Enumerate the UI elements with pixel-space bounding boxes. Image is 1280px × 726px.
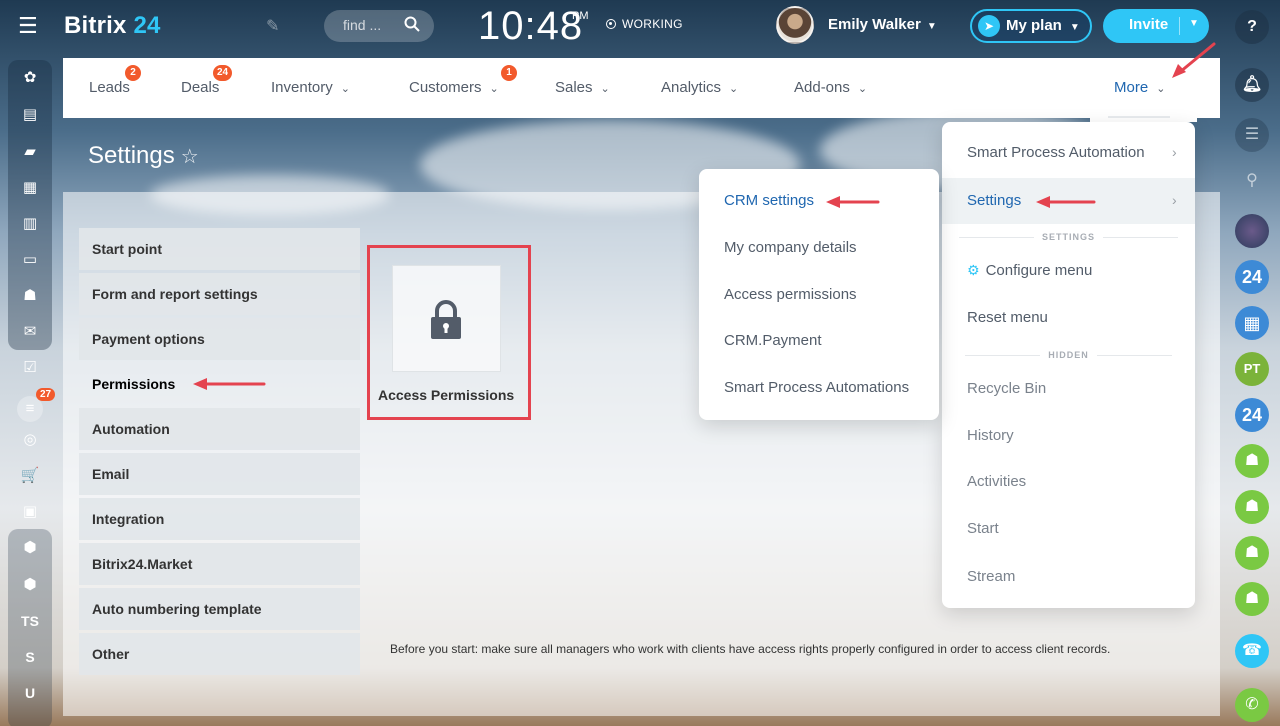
annotation-arrow bbox=[193, 42, 1216, 390]
